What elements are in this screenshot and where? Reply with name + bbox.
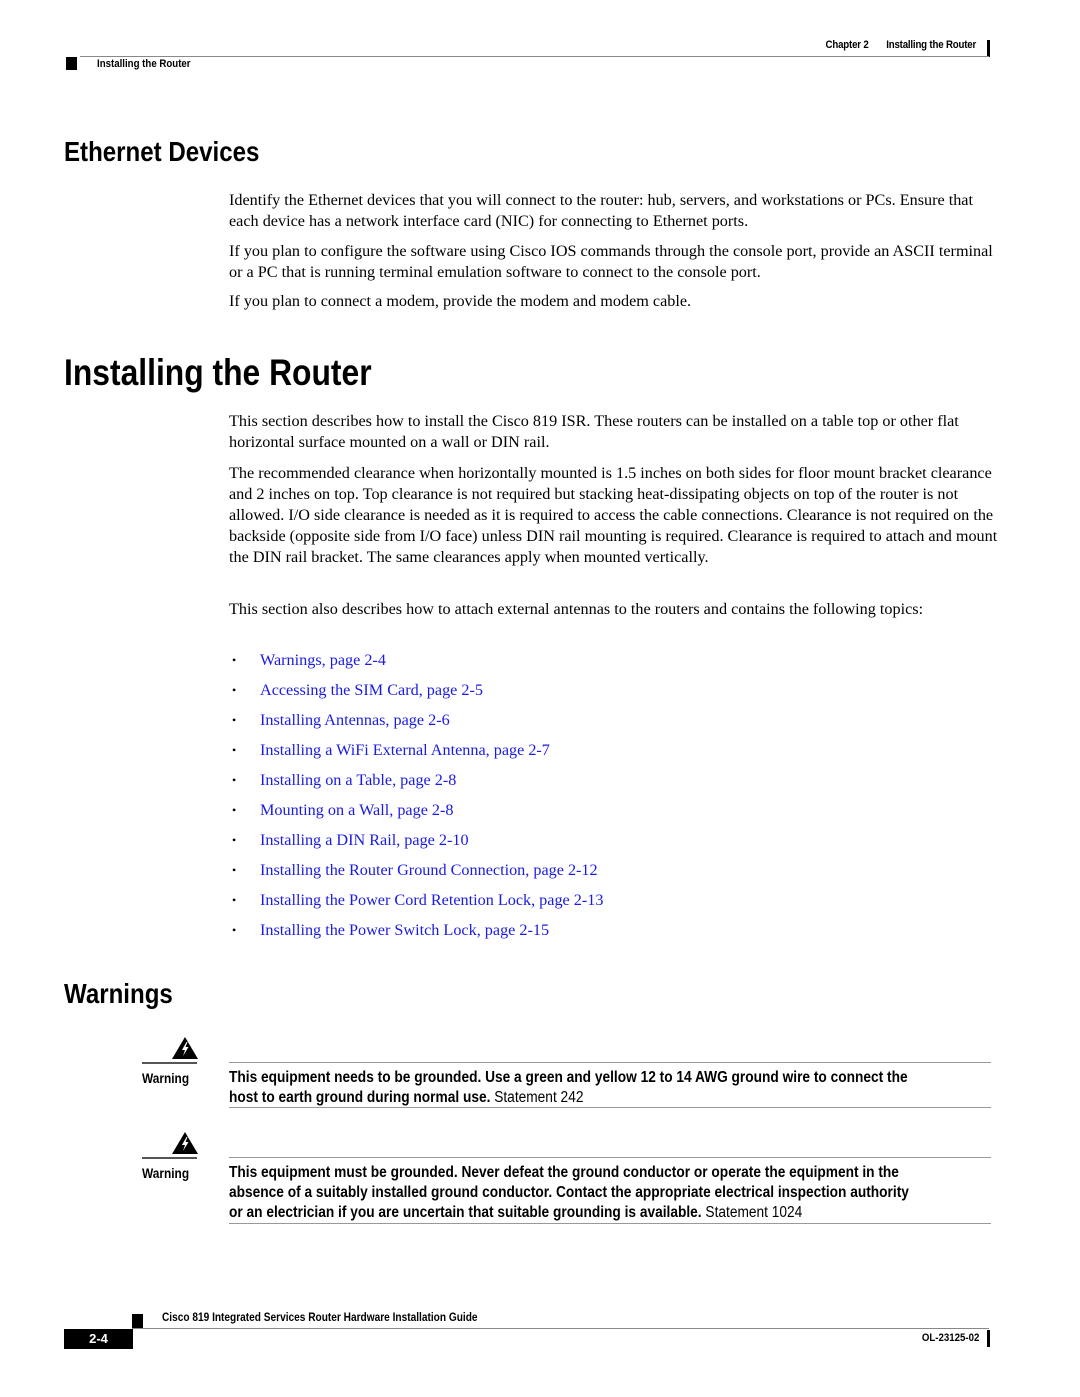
paragraph: This section also describes how to attac… [229,600,924,618]
heading-warnings: Warnings [64,978,173,1009]
electrical-hazard-icon [172,1132,198,1154]
topic-link-warnings[interactable]: Warnings, page 2-4 [260,650,386,671]
list-item: • Mounting on a Wall, page 2-8 [232,800,603,830]
footer-square-marker [132,1314,143,1328]
bullet-icon: • [232,683,237,697]
warning-text: This equipment needs to be grounded. Use… [229,1068,919,1108]
paragraph: Identify the Ethernet devices that you w… [229,191,973,230]
electrical-hazard-icon [172,1037,198,1059]
footer-guide-title: Cisco 819 Integrated Services Router Har… [162,1312,478,1324]
paragraph: The recommended clearance when horizonta… [229,464,998,566]
paragraph: If you plan to connect a modem, provide … [229,292,692,310]
warning-bottom-rule [229,1223,991,1224]
warning-block: Warning This equipment must be grounded.… [130,1132,991,1227]
warning-bottom-rule [229,1107,991,1108]
topic-link-table[interactable]: Installing on a Table, page 2-8 [260,770,456,791]
warning-icon-rule [142,1062,197,1064]
list-item: • Installing on a Table, page 2-8 [232,770,603,800]
topic-link-antennas[interactable]: Installing Antennas, page 2-6 [260,710,450,731]
topic-link-wifi-antenna[interactable]: Installing a WiFi External Antenna, page… [260,740,550,761]
heading-ethernet-devices: Ethernet Devices [64,136,260,167]
list-item: • Accessing the SIM Card, page 2-5 [232,680,603,710]
paragraph: This section describes how to install th… [229,412,959,451]
bullet-icon: • [232,923,237,937]
bullet-icon: • [232,893,237,907]
header-bar-marker [987,40,990,57]
list-item: • Installing the Power Switch Lock, page … [232,920,603,950]
bullet-icon: • [232,773,237,787]
document-id: OL-23125-02 [921,1332,979,1344]
running-header-chapter: Chapter 2 Installing the Router [825,39,976,51]
footer-bar-marker [987,1330,990,1347]
warning-text: This equipment must be grounded. Never d… [229,1163,919,1223]
list-item: • Installing a WiFi External Antenna, pag… [232,740,603,770]
topic-link-wall[interactable]: Mounting on a Wall, page 2-8 [260,800,454,821]
topic-link-ground-connection[interactable]: Installing the Router Ground Connection,… [260,860,598,881]
list-item: • Installing Antennas, page 2-6 [232,710,603,740]
list-item: • Installing a DIN Rail, page 2-10 [232,830,603,860]
warning-top-rule [229,1157,991,1158]
bullet-icon: • [232,713,237,727]
chapter-label: Chapter 2 [825,39,869,51]
topic-link-sim-card[interactable]: Accessing the SIM Card, page 2-5 [260,680,483,701]
running-header-section: Installing the Router [97,58,191,70]
warning-block: Warning This equipment needs to be groun… [130,1037,991,1112]
list-item: • Installing the Power Cord Retention Loc… [232,890,603,920]
paragraph: If you plan to configure the software us… [229,242,993,281]
topic-list: • Warnings, page 2-4 • Accessing the SIM C… [232,650,603,950]
warning-label: Warning [142,1071,190,1086]
header-square-marker [66,57,77,70]
bullet-icon: • [232,863,237,877]
warning-label: Warning [142,1166,190,1181]
topic-link-power-cord-lock[interactable]: Installing the Power Cord Retention Lock… [260,890,603,911]
statement-number: Statement 242 [494,1089,584,1106]
page-number: 2-4 [64,1329,133,1349]
heading-installing-the-router: Installing the Router [64,352,372,393]
bullet-icon: • [232,743,237,757]
bullet-icon: • [232,653,237,667]
warning-icon-rule [142,1157,197,1159]
footer-rule [132,1328,989,1329]
bullet-icon: • [232,803,237,817]
list-item: • Installing the Router Ground Connection… [232,860,603,890]
topic-link-din-rail[interactable]: Installing a DIN Rail, page 2-10 [260,830,469,851]
list-item: • Warnings, page 2-4 [232,650,603,680]
statement-number: Statement 1024 [705,1204,803,1221]
topic-link-power-switch-lock[interactable]: Installing the Power Switch Lock, page 2… [260,920,549,941]
header-rule [80,56,989,57]
warning-statement-body: This equipment must be grounded. Never d… [229,1164,909,1221]
warning-top-rule [229,1062,991,1063]
bullet-icon: • [232,833,237,847]
chapter-title: Installing the Router [886,39,976,51]
